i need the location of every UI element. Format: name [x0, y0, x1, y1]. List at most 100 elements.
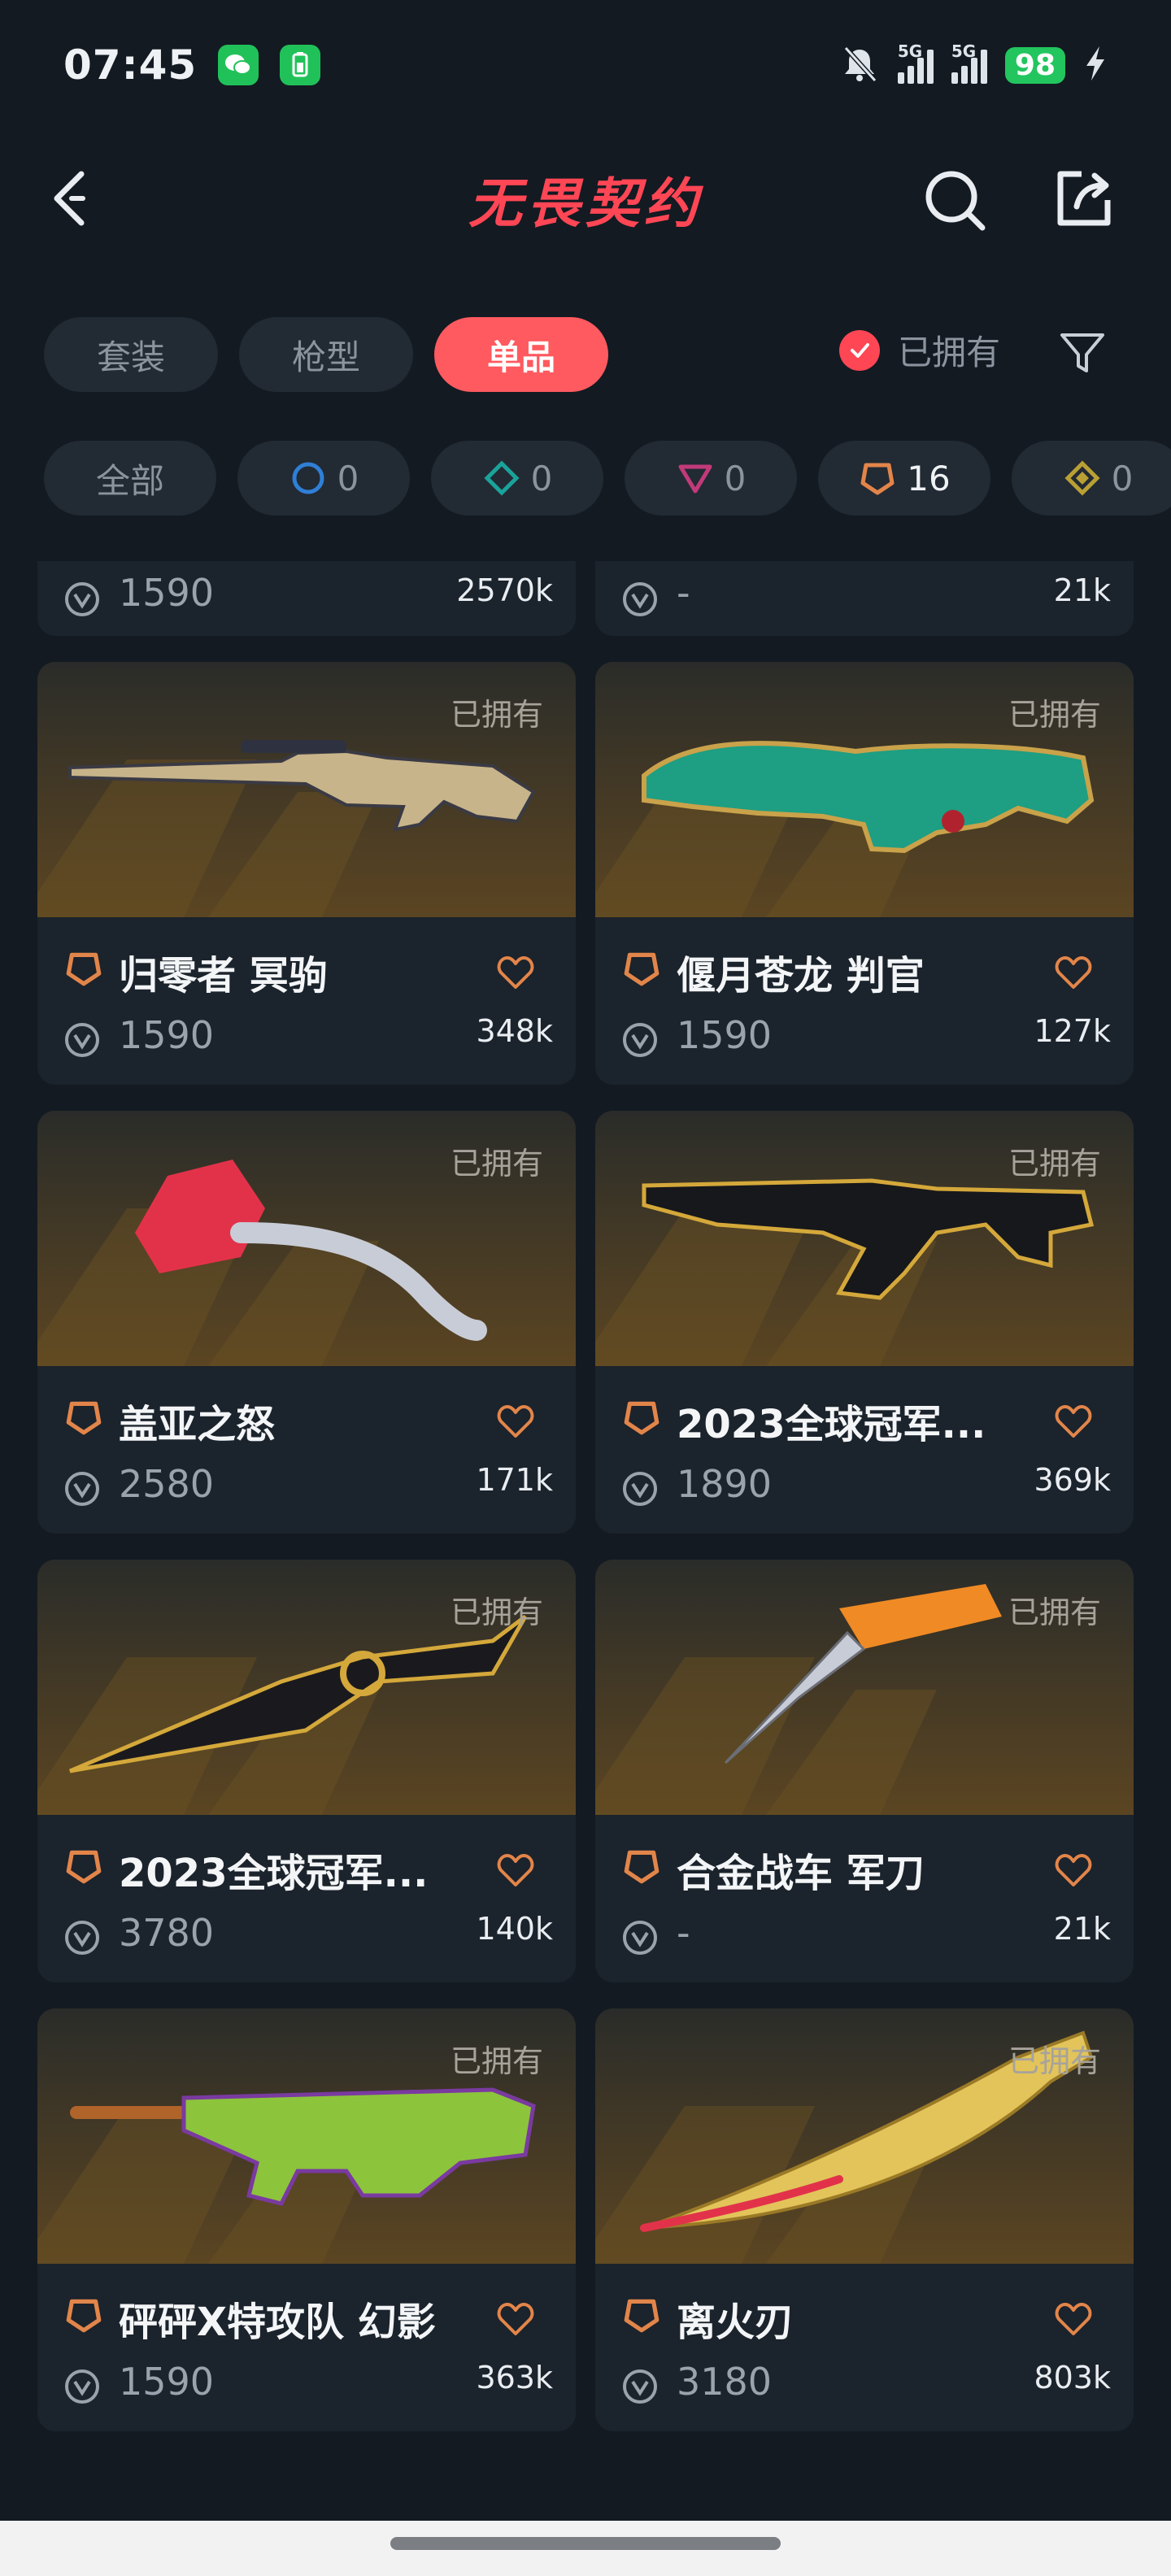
item-likes: 369k [1034, 1462, 1111, 1498]
battery-saver-icon [280, 45, 321, 85]
valorant-points-icon [65, 1023, 99, 1057]
heart-icon[interactable] [494, 1849, 537, 1891]
item-grid: 1590 2570k - 21k 已拥有 归零者 冥驹 1590 348k 已拥… [0, 561, 1171, 2456]
item-price: 1890 [677, 1462, 773, 1506]
item-image: 已拥有 [37, 2008, 576, 2264]
item-name: 2023全球冠军... [677, 1402, 986, 1447]
chip-count: 0 [337, 458, 359, 498]
home-indicator[interactable] [390, 2537, 781, 2550]
owned-tag: 已拥有 [450, 2043, 543, 2079]
item-card-partial[interactable]: 1590 2570k [37, 561, 576, 636]
item-likes: 21k [1053, 572, 1111, 608]
item-card[interactable]: 已拥有 砰砰X特攻队 幻影 1590 363k [37, 2008, 576, 2431]
item-image: 已拥有 [595, 662, 1134, 917]
status-time: 07:45 [63, 41, 198, 89]
item-card-partial[interactable]: - 21k [595, 561, 1134, 636]
item-card[interactable]: 已拥有 盖亚之怒 2580 171k [37, 1111, 576, 1534]
owned-filter-label: 已拥有 [898, 333, 1001, 372]
back-arrow-icon[interactable] [44, 166, 109, 231]
item-card[interactable]: 已拥有 归零者 冥驹 1590 348k [37, 662, 576, 1085]
status-bar: 07:45 5G 5G 98 [0, 0, 1171, 130]
item-name: 归零者 冥驹 [119, 953, 328, 999]
share-icon[interactable] [1049, 164, 1117, 233]
item-image: 已拥有 [595, 1560, 1134, 1815]
signal-1-icon: 5G [897, 41, 934, 84]
exclusive-tier-icon [66, 1850, 102, 1884]
item-card[interactable]: 已拥有 偃月苍龙 判官 1590 127k [595, 662, 1134, 1085]
exclusive-tier-icon [66, 2299, 102, 2333]
select-tier-icon [292, 462, 324, 494]
item-card[interactable]: 已拥有 2023全球冠军... 1890 369k [595, 1111, 1134, 1534]
network-type-1: 5G [897, 41, 923, 61]
valorant-points-icon [623, 1023, 657, 1057]
item-name: 偃月苍龙 判官 [677, 953, 925, 999]
heart-icon[interactable] [1052, 2298, 1095, 2340]
heart-icon[interactable] [1052, 1849, 1095, 1891]
heart-icon[interactable] [1052, 1400, 1095, 1442]
item-name: 盖亚之怒 [119, 1402, 276, 1447]
tab-single-item[interactable]: 单品 [434, 317, 608, 392]
chip-deluxe-tier[interactable]: 0 [431, 441, 603, 516]
item-image: 已拥有 [37, 1111, 576, 1366]
chip-all[interactable]: 全部 [44, 441, 216, 516]
wechat-icon [218, 45, 259, 85]
tab-gun-type[interactable]: 枪型 [239, 317, 413, 392]
item-image: 已拥有 [37, 1560, 576, 1815]
owned-tag: 已拥有 [1008, 1146, 1101, 1181]
check-icon[interactable] [839, 329, 880, 371]
page-title: 无畏契约 [468, 172, 703, 235]
item-price: 2580 [119, 1462, 215, 1506]
item-price: 1590 [677, 1013, 773, 1057]
exclusive-tier-icon [860, 463, 895, 495]
item-price: 3780 [119, 1911, 215, 1955]
chip-count: 0 [724, 458, 747, 498]
exclusive-tier-icon [624, 1850, 660, 1884]
valorant-points-icon [65, 582, 99, 616]
battery-level: 98 [1004, 46, 1065, 84]
item-name: 砰砰X特攻队 幻影 [119, 2300, 436, 2345]
item-card[interactable]: 已拥有 离火刃 3180 803k [595, 2008, 1134, 2431]
deluxe-tier-icon [484, 460, 520, 496]
filter-icon[interactable] [1057, 329, 1108, 379]
mute-icon [839, 43, 880, 87]
search-icon[interactable] [921, 166, 989, 234]
heart-icon[interactable] [494, 951, 537, 994]
item-card[interactable]: 已拥有 2023全球冠军... 3780 140k [37, 1560, 576, 1982]
item-card[interactable]: 已拥有 合金战车 军刀 - 21k [595, 1560, 1134, 1982]
owned-tag: 已拥有 [450, 1595, 543, 1630]
item-name: 离火刃 [677, 2300, 794, 2345]
heart-icon[interactable] [1052, 951, 1095, 994]
valorant-points-icon [623, 582, 657, 616]
item-price: 3180 [677, 2360, 773, 2404]
item-likes: 363k [476, 2360, 553, 2395]
heart-icon[interactable] [494, 1400, 537, 1442]
item-price: - [677, 571, 690, 615]
valorant-points-icon [623, 2369, 657, 2404]
premium-tier-icon [678, 464, 712, 494]
exclusive-tier-icon [624, 1401, 660, 1435]
heart-icon[interactable] [494, 2298, 537, 2340]
owned-tag: 已拥有 [450, 697, 543, 733]
chip-ultra-tier[interactable]: 0 [1012, 441, 1171, 516]
chip-premium-tier[interactable]: 0 [625, 441, 797, 516]
owned-tag: 已拥有 [1008, 1595, 1101, 1630]
valorant-points-icon [65, 2369, 99, 2404]
chip-count: 0 [1111, 458, 1134, 498]
owned-tag: 已拥有 [1008, 2043, 1101, 2079]
item-likes: 803k [1034, 2360, 1111, 2395]
tab-suit[interactable]: 套装 [44, 317, 218, 392]
item-image: 已拥有 [595, 1111, 1134, 1366]
valorant-points-icon [65, 1921, 99, 1955]
item-name: 2023全球冠军... [119, 1851, 429, 1896]
valorant-points-icon [623, 1921, 657, 1955]
item-likes: 171k [476, 1462, 553, 1498]
item-likes: 127k [1034, 1013, 1111, 1049]
owned-tag: 已拥有 [450, 1146, 543, 1181]
signal-2-icon: 5G [951, 41, 987, 84]
item-name: 合金战车 军刀 [677, 1851, 925, 1896]
item-price: 1590 [119, 571, 215, 615]
chip-count: 0 [530, 458, 553, 498]
chip-exclusive-tier[interactable]: 16 [818, 441, 990, 516]
chip-select-tier[interactable]: 0 [237, 441, 410, 516]
owned-filter-toggle[interactable]: 已拥有 [839, 325, 1000, 375]
